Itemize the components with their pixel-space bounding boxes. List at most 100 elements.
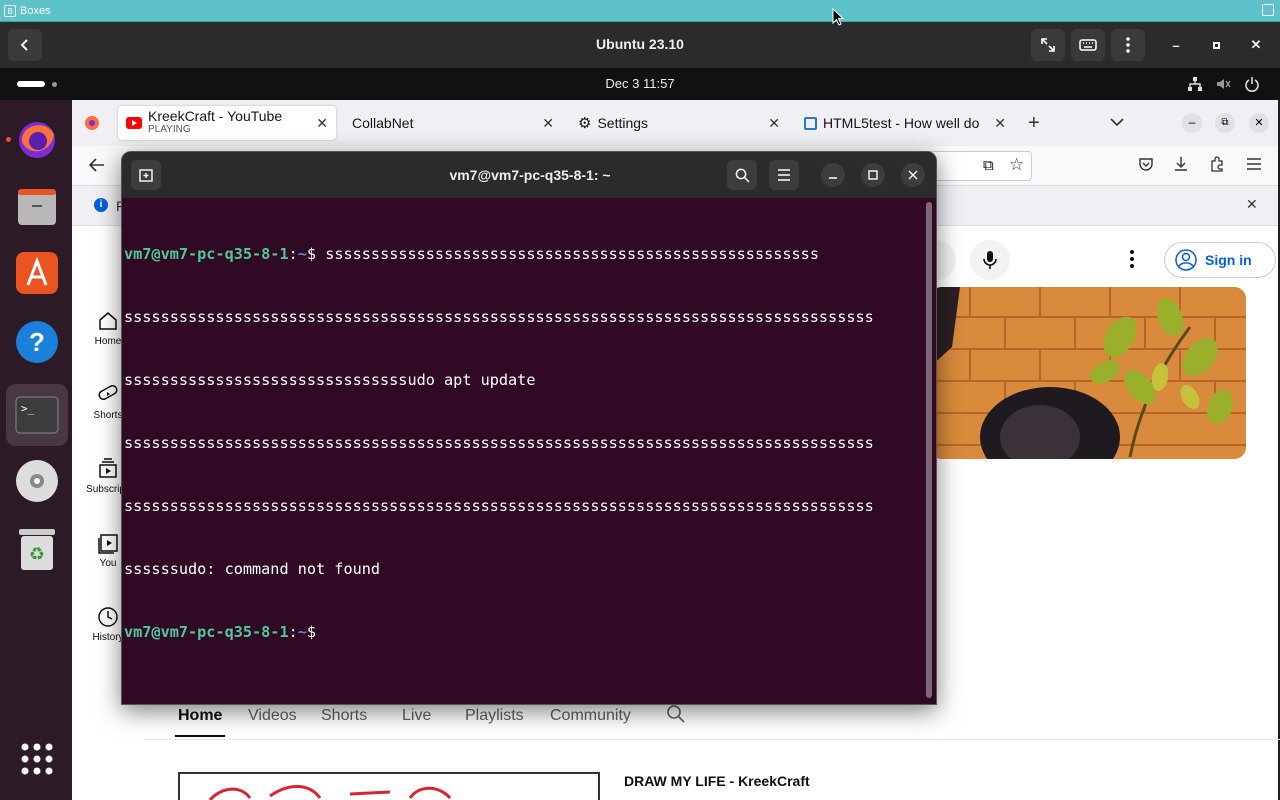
video-thumbnail[interactable] <box>178 772 600 800</box>
sign-in-label: Sign in <box>1205 252 1252 268</box>
disc-icon <box>16 460 58 502</box>
close-tab-icon[interactable]: ✕ <box>542 115 554 132</box>
tab-collabnet[interactable]: CollabNet ✕ <box>344 106 562 140</box>
tab-community[interactable]: Community <box>550 707 631 725</box>
minimize-button[interactable]: – <box>1167 36 1185 54</box>
tab-videos[interactable]: Videos <box>248 707 297 725</box>
sign-in-button[interactable]: Sign in <box>1164 242 1276 278</box>
extensions-icon[interactable] <box>1209 156 1225 177</box>
tab-live[interactable]: Live <box>402 707 431 725</box>
tab-settings[interactable]: ⚙ Settings ✕ <box>570 106 788 140</box>
close-tab-icon[interactable]: ✕ <box>768 115 780 132</box>
volume-muted-icon[interactable] <box>1214 75 1232 93</box>
ff-minimize-button[interactable]: – <box>1182 113 1202 133</box>
thumbnail-drawing <box>208 785 452 800</box>
terminal-scrollbar[interactable] <box>926 202 932 698</box>
fullscreen-button[interactable] <box>1031 29 1065 61</box>
fullscreen-icon <box>1041 38 1055 52</box>
sidebar-item-label: Home <box>94 336 122 347</box>
firefox-view-icon[interactable] <box>84 115 100 136</box>
terminal-title: vm7@vm7-pc-q35-8-1: ~ <box>449 167 611 183</box>
prompt-user: vm7@vm7-pc-q35-8-1 <box>124 245 289 263</box>
app-center-icon <box>16 252 58 294</box>
terminal-line: ssssssssssssssssssssssssssssssssssssssss… <box>124 308 874 326</box>
video-title[interactable]: DRAW MY LIFE - KreekCraft <box>624 773 810 789</box>
search-icon <box>735 168 750 183</box>
shorts-icon <box>98 384 118 401</box>
channel-search-icon[interactable] <box>666 704 686 729</box>
terminal-line: ssssssssssssssssssssssssssssssssssssssss… <box>124 497 874 515</box>
keyboard-button[interactable] <box>1071 29 1105 61</box>
clock[interactable]: Dec 3 11:57 <box>0 76 1280 91</box>
firefox-icon <box>19 122 55 158</box>
new-tab-icon[interactable]: + <box>1028 112 1040 135</box>
terminal-close-button[interactable] <box>901 163 925 187</box>
maximize-icon <box>1212 41 1220 49</box>
voice-search-button[interactable] <box>970 240 1010 280</box>
sidebar-item-label: You <box>99 558 117 569</box>
host-window-icon[interactable] <box>1262 4 1274 16</box>
settings-kebab-icon[interactable] <box>1130 250 1134 273</box>
files-launcher[interactable] <box>14 184 60 230</box>
files-icon <box>18 189 56 225</box>
dvd-launcher[interactable] <box>14 458 60 504</box>
host-app-name: Boxes <box>20 5 51 17</box>
list-tabs-icon[interactable] <box>1110 114 1124 132</box>
help-launcher[interactable]: ? <box>14 319 60 365</box>
close-tab-icon[interactable]: ✕ <box>316 115 328 132</box>
minimize-icon: – <box>1172 37 1180 53</box>
terminal-launcher[interactable]: >_ <box>6 384 68 446</box>
gear-icon: ⚙ <box>578 115 592 132</box>
app-center-launcher[interactable] <box>14 250 60 296</box>
ff-close-button[interactable]: ✕ <box>1249 113 1269 133</box>
menu-button[interactable] <box>1111 29 1145 61</box>
channel-banner <box>930 287 1246 459</box>
maximize-button[interactable] <box>1207 36 1225 54</box>
tab-label: HTML5test - How well do <box>823 115 980 131</box>
pip-icon[interactable]: ⧉ <box>983 157 994 174</box>
close-notification-icon[interactable]: ✕ <box>1246 196 1258 213</box>
history-icon <box>98 607 118 627</box>
ubuntu-dock: ? >_ ♻ <box>0 100 72 800</box>
tab-kreekcraft[interactable]: KreekCraft - YouTube PLAYING ✕ <box>118 106 336 140</box>
tab-label: CollabNet <box>352 115 414 131</box>
tab-playlists[interactable]: Playlists <box>465 707 524 725</box>
close-button[interactable]: ✕ <box>1247 36 1265 54</box>
tab-label: KreekCraft - YouTube <box>148 108 283 124</box>
hamburger-menu-icon[interactable] <box>1246 157 1262 176</box>
pocket-icon[interactable] <box>1138 156 1154 177</box>
terminal-maximize-button[interactable] <box>861 163 885 187</box>
close-tab-icon[interactable]: ✕ <box>994 115 1006 132</box>
show-apps-button[interactable] <box>14 736 60 782</box>
terminal-minimize-button[interactable] <box>821 163 845 187</box>
bookmark-star-icon[interactable]: ☆ <box>1009 155 1024 175</box>
subscriptions-icon <box>99 458 117 478</box>
home-icon <box>99 312 117 330</box>
command-text: ssssssssssssssssssssssssssssssssssssssss… <box>325 245 819 263</box>
ff-restore-button[interactable]: ⧉ <box>1215 113 1235 133</box>
downloads-icon[interactable] <box>1173 156 1189 177</box>
maximize-icon <box>868 170 878 180</box>
tab-html5test[interactable]: HTML5test - How well do ✕ <box>796 106 1014 140</box>
terminal-search-button[interactable] <box>727 160 757 190</box>
terminal-window[interactable]: vm7@vm7-pc-q35-8-1: ~ vm7@vm7-pc-q35-8-1… <box>121 151 937 705</box>
terminal-menu-button[interactable] <box>769 160 799 190</box>
keyboard-icon <box>1079 39 1097 51</box>
sidebar-item-label: Shorts <box>93 410 123 421</box>
power-icon[interactable] <box>1243 75 1261 93</box>
terminal-output[interactable]: vm7@vm7-pc-q35-8-1:~$ ssssssssssssssssss… <box>124 202 924 685</box>
terminal-icon: >_ <box>15 396 59 434</box>
close-icon: ✕ <box>1250 37 1262 52</box>
network-icon[interactable] <box>1186 75 1204 93</box>
host-titlebar: B Boxes <box>0 0 1280 22</box>
back-arrow-icon[interactable] <box>88 156 106 179</box>
tab-shorts[interactable]: Shorts <box>321 707 367 725</box>
banner-artwork <box>930 287 1246 459</box>
firefox-launcher[interactable] <box>14 116 60 162</box>
trash-launcher[interactable]: ♻ <box>14 526 60 572</box>
close-icon <box>908 170 918 180</box>
account-icon <box>1175 249 1197 271</box>
tab-home[interactable]: Home <box>174 707 226 737</box>
terminal-line: vm7@vm7-pc-q35-8-1:~$ ssssssssssssssssss… <box>124 244 924 265</box>
mouse-cursor-icon <box>832 8 844 26</box>
